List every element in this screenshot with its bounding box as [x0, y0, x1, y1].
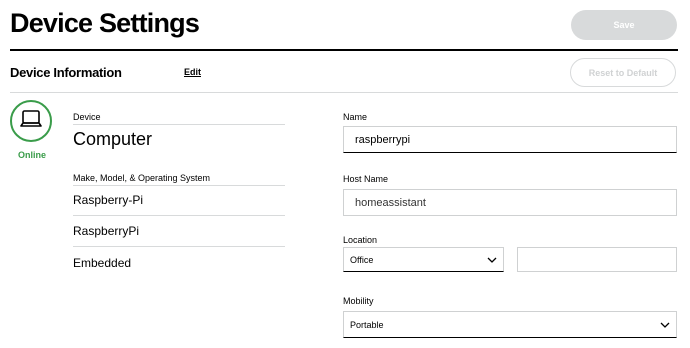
- chevron-down-icon: [660, 320, 670, 330]
- divider: [73, 185, 285, 186]
- mobility-select[interactable]: Portable: [343, 311, 677, 338]
- laptop-icon: [20, 109, 42, 133]
- make-value: Raspberry-Pi: [73, 193, 144, 207]
- edit-link[interactable]: Edit: [184, 67, 201, 77]
- location-label: Location: [343, 235, 378, 245]
- save-button[interactable]: Save: [571, 10, 677, 40]
- mobility-selected-value: Portable: [350, 319, 384, 330]
- chevron-down-icon: [487, 255, 497, 265]
- page-title: Device Settings: [10, 8, 200, 38]
- mobility-label: Mobility: [343, 296, 374, 306]
- location-select[interactable]: Office: [343, 247, 504, 272]
- host-name-input[interactable]: [343, 189, 677, 216]
- model-value: RaspberryPi: [73, 224, 140, 238]
- make-model-os-label: Make, Model, & Operating System: [73, 173, 211, 183]
- os-value: Embedded: [73, 256, 132, 270]
- divider: [73, 215, 285, 216]
- section-divider: [10, 92, 678, 93]
- reset-to-default-button[interactable]: Reset to Default: [570, 58, 676, 87]
- section-title: Device Information: [10, 65, 122, 80]
- divider: [73, 246, 285, 247]
- status-label: Online: [17, 150, 46, 160]
- device-label: Device: [73, 112, 101, 122]
- device-status-indicator: [10, 100, 52, 142]
- header-divider: [10, 49, 678, 51]
- name-label: Name: [343, 112, 368, 122]
- device-type-value: Computer: [73, 129, 153, 149]
- host-name-label: Host Name: [343, 174, 389, 184]
- name-input[interactable]: [343, 126, 677, 153]
- location-selected-value: Office: [350, 254, 374, 265]
- location-detail-input[interactable]: [517, 247, 677, 272]
- divider: [73, 124, 285, 125]
